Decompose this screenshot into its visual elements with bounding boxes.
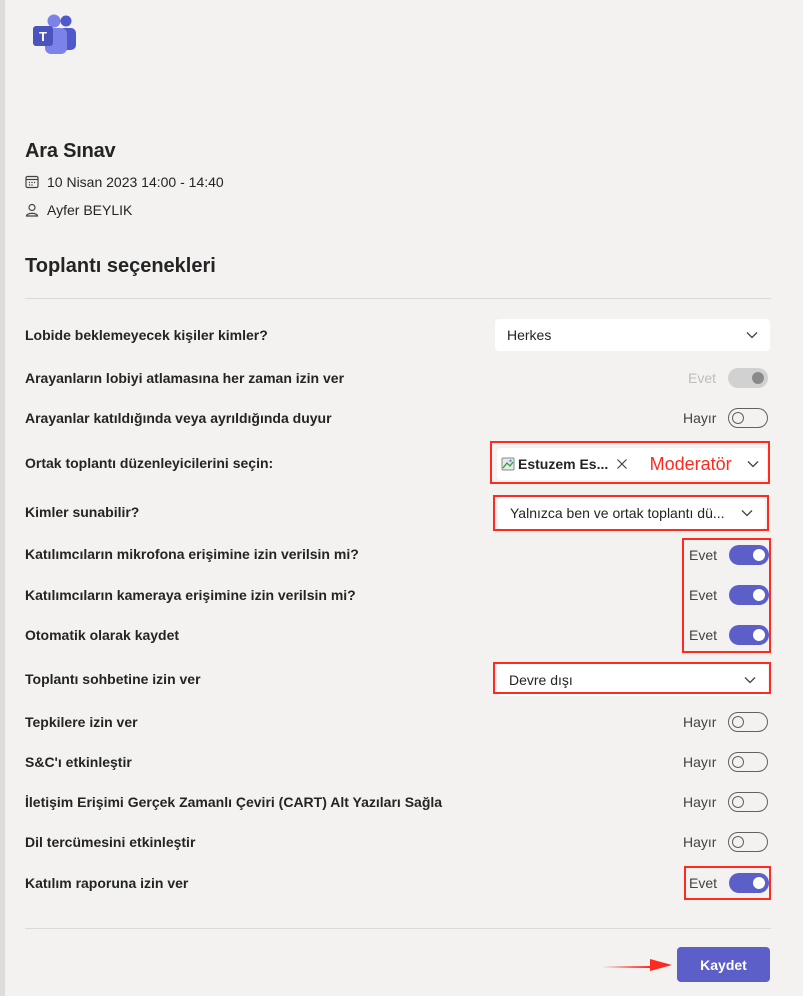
option-row-mic: Katılımcıların mikrofona erişimine izin … (25, 538, 771, 570)
highlight-box-media-toggles (682, 538, 771, 653)
callers-bypass-label: Arayanların lobiyi atlamasına her zaman … (25, 370, 345, 386)
divider (25, 298, 771, 299)
presenters-label: Kimler sunabilir? (25, 504, 140, 520)
options-heading: Toplantı seçenekleri (25, 255, 216, 277)
qa-label: S&C'ı etkinleştir (25, 754, 132, 770)
announce-state: Hayır (683, 410, 717, 426)
callers-bypass-state: Evet (688, 370, 717, 386)
option-row-callers-bypass: Arayanların lobiyi atlamasına her zaman … (25, 362, 771, 394)
interpretation-state: Hayır (683, 834, 717, 850)
interpretation-toggle[interactable] (728, 832, 769, 852)
highlight-box-chat (493, 662, 771, 694)
callers-bypass-toggle-group: Evet (688, 368, 769, 388)
datetime-text: 10 Nisan 2023 14:00 - 14:40 (47, 174, 224, 190)
autorecord-label: Otomatik olarak kaydet (25, 627, 180, 643)
announce-toggle[interactable] (728, 408, 769, 428)
meeting-datetime: 10 Nisan 2023 14:00 - 14:40 (25, 174, 224, 190)
coorganizers-label: Ortak toplantı düzenleyicilerini seçin: (25, 455, 274, 471)
option-row-reactions: Tepkilere izin ver (25, 706, 771, 738)
option-row-cart: İletişim Erişimi Gerçek Zamanlı Çeviri (… (25, 786, 771, 818)
camera-label: Katılımcıların kameraya erişimine izin v… (25, 587, 356, 603)
mic-label: Katılımcıların mikrofona erişimine izin … (25, 546, 359, 562)
qa-toggle-group: Hayır (683, 752, 769, 772)
teams-logo-icon: T (33, 14, 76, 54)
reactions-label: Tepkilere izin ver (25, 714, 138, 730)
option-row-camera: Katılımcıların kameraya erişimine izin v… (25, 579, 771, 611)
highlight-box-coorganizers (490, 441, 770, 484)
cart-toggle[interactable] (728, 792, 769, 812)
option-row-announce: Arayanlar katıldığında veya ayrıldığında… (25, 402, 771, 434)
meeting-title: Ara Sınav (25, 140, 116, 162)
announce-label: Arayanlar katıldığında veya ayrıldığında… (25, 410, 332, 426)
reactions-toggle[interactable] (728, 712, 769, 732)
organizer-text: Ayfer BEYLIK (47, 202, 133, 218)
lobby-bypass-label: Lobide beklemeyecek kişiler kimler? (25, 327, 268, 343)
lobby-bypass-value: Herkes (507, 327, 552, 343)
announce-toggle-group: Hayır (683, 408, 769, 428)
chevron-down-icon (746, 332, 758, 339)
option-row-interpretation: Dil tercümesini etkinleştir (25, 826, 771, 858)
highlight-box-attendance (684, 866, 771, 900)
left-edge-shadow (0, 0, 5, 996)
option-row-autorecord: Otomatik olarak kaydet (25, 619, 771, 651)
option-row-attendance: Katılım raporuna izin ver (25, 867, 771, 899)
person-icon (25, 203, 39, 217)
cart-toggle-group: Hayır (683, 792, 769, 812)
interpretation-label: Dil tercümesini etkinleştir (25, 834, 196, 850)
footer-divider (25, 928, 771, 929)
lobby-bypass-dropdown[interactable]: Herkes (495, 319, 770, 351)
qa-toggle[interactable] (728, 752, 769, 772)
meeting-organizer: Ayfer BEYLIK (25, 202, 132, 218)
arrow-right-icon (602, 959, 672, 971)
qa-state: Hayır (683, 754, 717, 770)
reactions-state: Hayır (683, 714, 717, 730)
reactions-toggle-group: Hayır (683, 712, 769, 732)
save-button[interactable]: Kaydet (677, 947, 770, 982)
cart-label: İletişim Erişimi Gerçek Zamanlı Çeviri (… (25, 794, 443, 810)
calendar-icon (25, 175, 39, 189)
interpretation-toggle-group: Hayır (683, 832, 769, 852)
highlight-box-presenters (493, 495, 769, 531)
cart-state: Hayır (683, 794, 717, 810)
chat-label: Toplantı sohbetine izin ver (25, 671, 201, 687)
attendance-label: Katılım raporuna izin ver (25, 875, 189, 891)
svg-text:T: T (39, 29, 47, 44)
option-row-qa: S&C'ı etkinleştir (25, 746, 771, 778)
callers-bypass-toggle (728, 368, 769, 388)
